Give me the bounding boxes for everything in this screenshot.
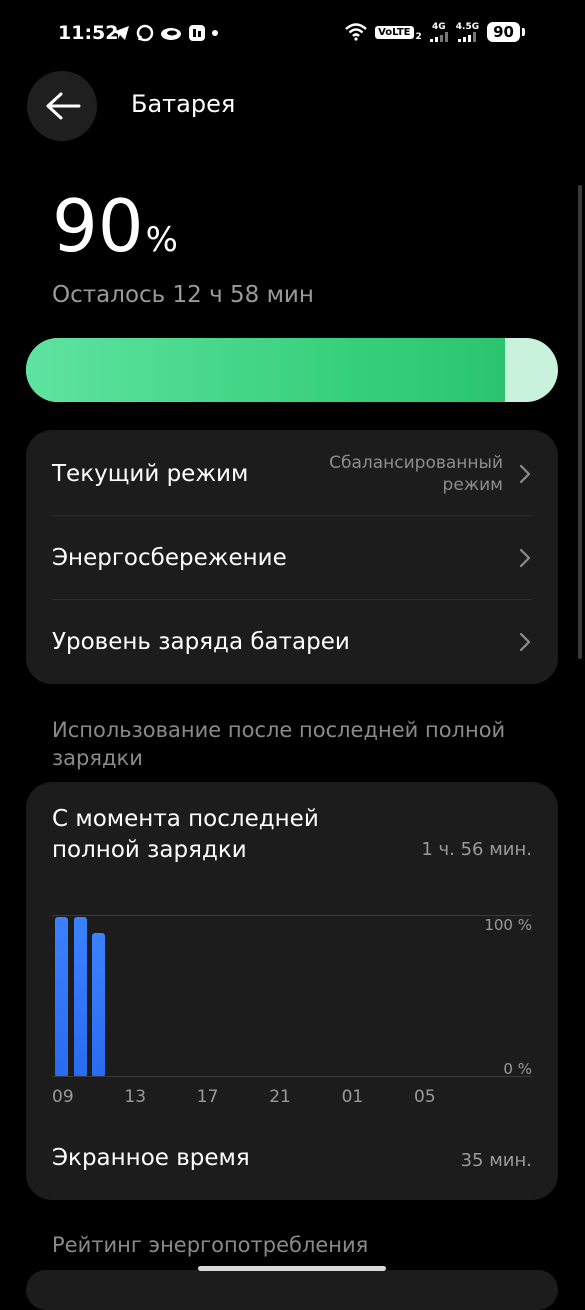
current-mode-value-line2: режим [442, 475, 503, 495]
battery-percent: 90% [52, 190, 178, 262]
menu-item-power-saving[interactable]: Энергосбережение [26, 516, 558, 600]
current-mode-value-line1: Сбалансированный [329, 453, 503, 473]
x-tick-label: 01 [341, 1087, 364, 1107]
x-tick-label: 09 [52, 1087, 74, 1107]
sim-index: 2 [415, 32, 422, 42]
x-tick-label: 13 [124, 1087, 147, 1107]
battery-settings-card: Текущий режим Сбалансированный режим Эне… [26, 430, 558, 684]
chevron-right-icon [519, 548, 531, 568]
menu-item-battery-level[interactable]: Уровень заряда батареи [26, 600, 558, 684]
percent-sign: % [145, 220, 178, 260]
menu-item-current-mode[interactable]: Текущий режим Сбалансированный режим [26, 432, 558, 516]
signal-45g: 4.5G [456, 22, 479, 42]
x-tick-label: 17 [196, 1087, 219, 1107]
signal-4g: 4G [429, 22, 448, 42]
menu-item-label: Энергосбережение [52, 545, 287, 571]
screen-time-value: 35 мин. [460, 1150, 532, 1171]
wifi-icon [345, 23, 367, 41]
notification-icons [112, 24, 218, 42]
y-label-max: 100 % [484, 916, 532, 934]
grid-line-bottom [52, 1076, 532, 1077]
rating-card[interactable] [26, 1270, 558, 1310]
x-tick-label: 21 [269, 1087, 291, 1107]
telegram-icon [113, 26, 129, 40]
battery-percent-value: 90 [52, 184, 144, 268]
scrollbar[interactable] [578, 185, 582, 659]
usage-card[interactable]: С момента последней полной зарядки 1 ч. … [26, 782, 558, 1200]
grid-line-top [52, 915, 532, 916]
usage-bar [92, 932, 105, 1076]
chevron-right-icon [519, 464, 531, 484]
page-title: Батарея [131, 90, 236, 118]
usage-section-title: Использование после последней полной зар… [52, 718, 506, 770]
battery-level-bar [26, 338, 558, 402]
home-indicator[interactable] [198, 1266, 386, 1271]
battery-level-fill [26, 338, 505, 402]
since-full-charge-value: 1 ч. 56 мин. [421, 839, 532, 860]
app-badge-icon [189, 25, 205, 41]
signal-bars-icon [429, 32, 448, 42]
menu-item-label: Уровень заряда батареи [52, 629, 350, 655]
menu-item-label: Текущий режим [52, 461, 249, 487]
net1-label: 4G [431, 22, 446, 32]
status-time: 11:52 [58, 22, 119, 44]
net2-label: 4.5G [455, 22, 480, 32]
more-notifications-dot [212, 30, 218, 36]
signal-bars-icon-2 [458, 32, 477, 42]
screen-time-label: Экранное время [52, 1145, 250, 1171]
cloud-icon [161, 28, 181, 40]
arrow-left-icon [46, 92, 81, 120]
usage-bar [55, 916, 68, 1076]
chevron-right-icon [519, 632, 531, 652]
system-status-icons: VoLTE 2 4G 4.5G 90 [345, 22, 525, 42]
rating-section-title: Рейтинг энергопотребления [52, 1233, 369, 1257]
y-label-min: 0 % [503, 1060, 532, 1078]
battery-usage-chart: 100 % 0 % 09 13 17 21 01 05 [26, 912, 558, 1112]
current-mode-value: Сбалансированный режим [329, 452, 503, 496]
chat-bubble-icon [136, 24, 154, 42]
x-tick-label: 05 [414, 1087, 436, 1107]
battery-nub [522, 28, 525, 36]
back-button[interactable] [27, 71, 97, 141]
battery-status-badge: 90 [487, 22, 520, 42]
status-bar: 11:52 VoLTE 2 4G 4.5G 90 [0, 0, 585, 70]
time-remaining: Осталось 12 ч 58 мин [52, 282, 314, 308]
since-full-charge-label: С момента последней полной зарядки [52, 806, 319, 863]
usage-bar [73, 916, 87, 1076]
volte-badge: VoLTE [375, 25, 414, 39]
